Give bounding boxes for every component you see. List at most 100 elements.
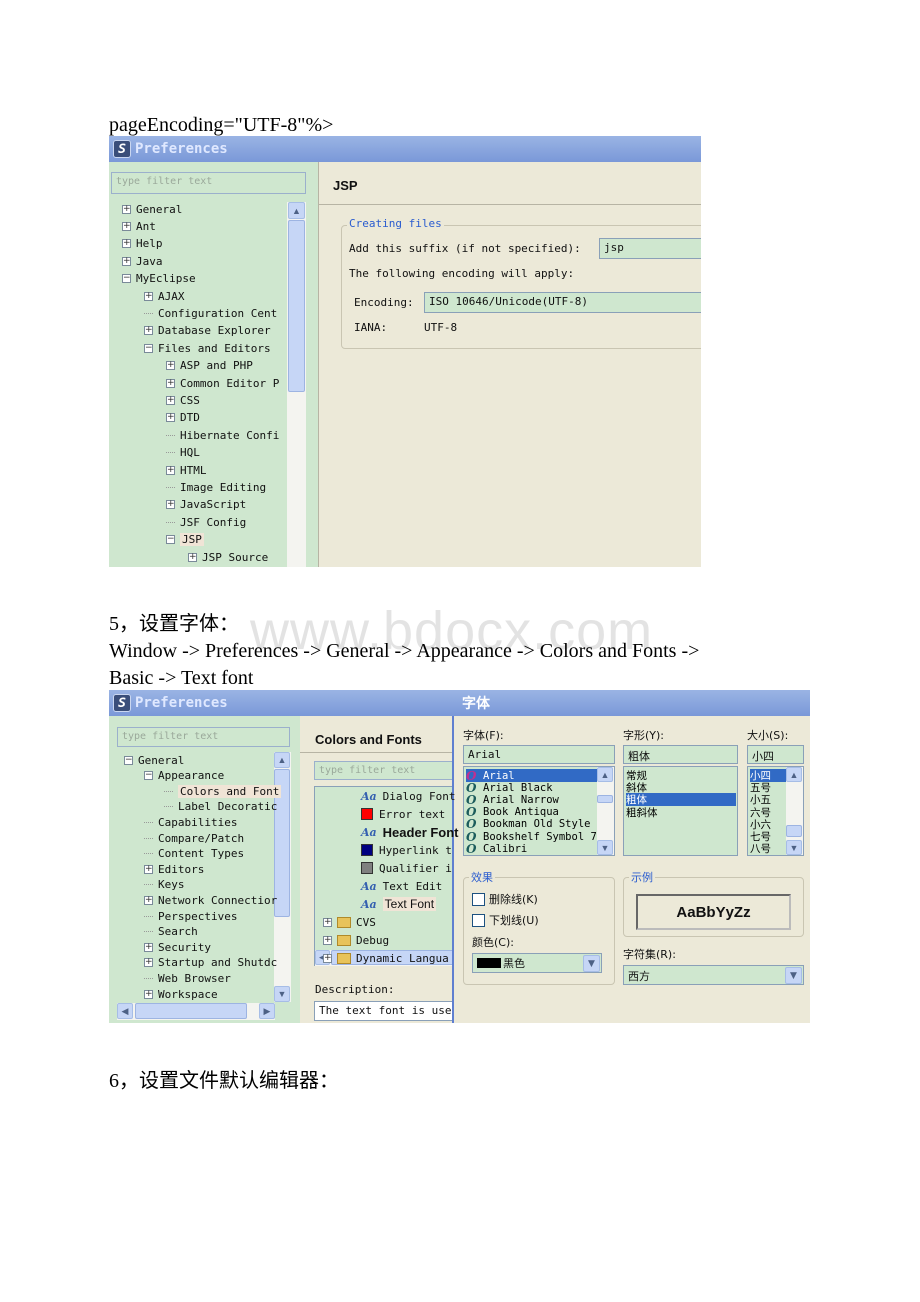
expand-icon[interactable]: +	[144, 895, 153, 905]
tree-item[interactable]: Keys	[144, 877, 185, 893]
expand-icon[interactable]: +	[144, 958, 153, 968]
tree-item[interactable]: + Help	[122, 236, 163, 252]
tree-item[interactable]: + JavaScript	[166, 497, 246, 513]
scrollbar-thumb[interactable]	[288, 220, 305, 392]
expand-icon[interactable]: +	[144, 989, 153, 999]
style-list[interactable]: 常规 斜体 粗体 粗斜体	[623, 766, 738, 856]
chevron-down-icon[interactable]: ▼	[583, 955, 600, 972]
tree-item[interactable]: Content Types	[144, 846, 244, 862]
tree-item[interactable]: + Java	[122, 253, 163, 269]
list-item[interactable]: O Arial	[466, 769, 598, 783]
suffix-input[interactable]: jsp	[599, 238, 701, 259]
list-item[interactable]: O Arial Narrow	[466, 793, 598, 807]
expand-icon[interactable]: +	[166, 395, 175, 405]
style-input[interactable]: 粗体	[623, 745, 738, 764]
tree-item[interactable]: Capabilities	[144, 814, 237, 830]
expand-icon[interactable]: +	[144, 942, 153, 952]
expand-icon[interactable]: +	[166, 361, 175, 371]
font-input[interactable]: Arial	[463, 745, 615, 764]
scrollbar-thumb[interactable]	[786, 825, 802, 837]
tree-item[interactable]: + Security	[144, 939, 211, 955]
tree-item[interactable]: Image Editing	[166, 479, 266, 495]
tree-item[interactable]: + AJAX	[144, 288, 185, 304]
expand-icon[interactable]: +	[323, 935, 332, 945]
tree-hscrollbar[interactable]: ◀ ▶	[117, 1003, 275, 1020]
scroll-up-icon[interactable]: ▲	[274, 752, 290, 768]
tree-item[interactable]: + DTD	[166, 410, 200, 426]
scroll-left-icon[interactable]: ◀	[117, 1003, 133, 1019]
tree-item[interactable]: − MyEclipse	[122, 271, 196, 287]
list-item[interactable]: 粗斜体	[626, 806, 736, 819]
expand-icon[interactable]: +	[188, 552, 197, 562]
colors-fonts-item[interactable]: Aa Dialog Font	[361, 788, 456, 804]
expand-icon[interactable]: +	[122, 221, 131, 231]
underline-checkbox[interactable]: 下划线(U)	[472, 912, 539, 928]
expand-icon[interactable]: +	[144, 326, 153, 336]
tree-item[interactable]: − Files and Editors	[144, 340, 271, 356]
tree-item[interactable]: + JSP Source	[188, 549, 268, 565]
list-item[interactable]: O Arial Black	[466, 781, 598, 795]
tree-item[interactable]: + CSS	[166, 392, 200, 408]
font-list[interactable]: O Arial O Arial Black O Arial Narrow O Book Ant…	[463, 766, 615, 856]
filter-input[interactable]: type filter text	[111, 172, 306, 194]
tree-item[interactable]: Configuration Cent	[144, 305, 277, 321]
expand-icon[interactable]: +	[122, 239, 131, 249]
size-list-scrollbar[interactable]: ▲ ▼	[786, 767, 803, 855]
collapse-icon[interactable]: −	[144, 343, 153, 353]
tree-item[interactable]: − Appearance	[144, 768, 224, 784]
filter-input[interactable]: type filter text	[117, 727, 290, 747]
size-list[interactable]: 小四 五号 小五 六号 小六 七号 八号 ▲ ▼	[747, 766, 804, 856]
expand-icon[interactable]: +	[166, 413, 175, 423]
scroll-down-icon[interactable]: ▼	[786, 840, 802, 855]
tree-item[interactable]: + HTML	[166, 462, 207, 478]
tree-item[interactable]: + Editors	[144, 861, 204, 877]
tree-item[interactable]: HQL	[166, 445, 200, 461]
colors-fonts-item[interactable]: Hyperlink t	[361, 842, 452, 858]
colors-fonts-item[interactable]: + Dynamic Langua	[323, 950, 449, 966]
tree-item[interactable]: Label Decoratic	[164, 799, 277, 815]
tree-item[interactable]: Perspectives	[144, 908, 237, 924]
encoding-field[interactable]: ISO 10646/Unicode(UTF-8)	[424, 292, 701, 313]
list-item[interactable]: O Calibri	[466, 842, 598, 855]
list-item[interactable]: O Bookman Old Style	[466, 817, 598, 831]
hscrollbar-thumb[interactable]	[135, 1003, 247, 1019]
colors-fonts-item[interactable]: + Debug	[323, 932, 389, 948]
tree-item[interactable]: Colors and Font	[164, 783, 282, 799]
scrollbar-thumb[interactable]	[597, 795, 613, 803]
list-item[interactable]: 八号	[750, 842, 786, 855]
colors-fonts-item[interactable]: Aa Header Font	[361, 824, 459, 840]
expand-icon[interactable]: +	[166, 378, 175, 388]
tree-item[interactable]: + Common Editor P	[166, 375, 279, 391]
scroll-down-icon[interactable]: ▼	[597, 840, 613, 855]
collapse-icon[interactable]: −	[122, 274, 131, 284]
collapse-icon[interactable]: −	[166, 535, 175, 545]
scroll-up-icon[interactable]: ▲	[288, 202, 305, 219]
tree-item[interactable]: + Database Explorer	[144, 323, 271, 339]
collapse-icon[interactable]: −	[144, 771, 153, 781]
strikeout-checkbox[interactable]: 删除线(K)	[472, 891, 538, 907]
expand-icon[interactable]: +	[323, 953, 332, 963]
scroll-down-icon[interactable]: ▼	[274, 986, 290, 1002]
list-item[interactable]: O Bookshelf Symbol 7	[466, 830, 598, 844]
tree-item[interactable]: Search	[144, 924, 198, 940]
color-select[interactable]: 黑色 ▼	[472, 953, 602, 973]
tree-item[interactable]: + General	[122, 201, 182, 217]
expand-icon[interactable]: +	[144, 291, 153, 301]
expand-icon[interactable]: +	[122, 204, 131, 214]
size-input[interactable]: 小四	[747, 745, 804, 764]
expand-icon[interactable]: +	[323, 917, 332, 927]
tree-item[interactable]: + Workspace	[144, 986, 218, 1002]
tree-item[interactable]: + ASP and PHP	[166, 358, 253, 374]
expand-icon[interactable]: +	[122, 256, 131, 266]
colors-fonts-item[interactable]: Aa Text Font	[361, 896, 437, 912]
colors-fonts-item[interactable]: + CVS	[323, 914, 376, 930]
tree-item[interactable]: + Ant	[122, 218, 156, 234]
font-list-scrollbar[interactable]: ▲ ▼	[597, 767, 614, 855]
tree-scrollbar[interactable]: ▲	[287, 202, 306, 567]
tree-item[interactable]: JSF Config	[166, 514, 246, 530]
expand-icon[interactable]: +	[166, 465, 175, 475]
collapse-icon[interactable]: −	[124, 755, 133, 765]
tree-item[interactable]: Hibernate Confi	[166, 427, 279, 443]
colors-fonts-item[interactable]: Error text	[361, 806, 445, 822]
colors-fonts-item[interactable]: Qualifier i	[361, 860, 452, 876]
